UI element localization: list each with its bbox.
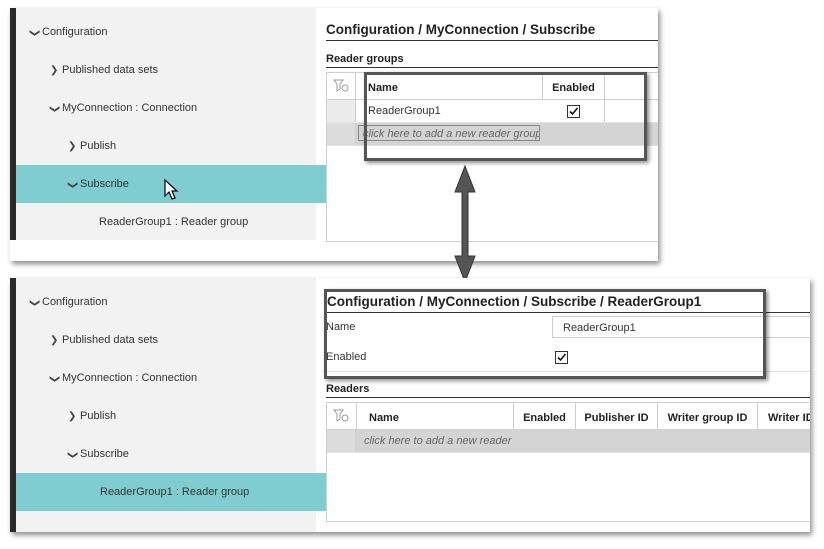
fields-divider [326,371,810,372]
title-divider [326,312,810,313]
chevron-right-icon: ❯ [50,65,59,76]
cell-enabled [543,100,605,122]
section-label-readers: Readers [326,383,370,395]
table-row[interactable]: ReaderGroup1 [327,100,658,123]
column-header-name[interactable]: Name [356,73,543,99]
checkmark-icon [569,107,579,116]
readergroup-content: Configuration / MyConnection / Subscribe… [324,278,810,532]
row-gutter [327,123,356,145]
chevron-down-icon: ❯ [67,180,79,190]
page-title: Configuration / MyConnection / Subscribe… [327,294,702,309]
readers-grid: Name Enabled Publisher ID Writer group I… [326,402,810,522]
name-field[interactable]: ReaderGroup1 [552,316,810,338]
subscribe-content: Configuration / MyConnection / Subscribe… [326,8,658,261]
column-header-name[interactable]: Name [357,403,514,429]
page-title: Configuration / MyConnection / Subscribe [326,22,596,37]
column-header-enabled[interactable]: Enabled [543,73,605,99]
grid-header: Name Enabled [327,73,658,100]
enabled-label: Enabled [326,351,367,363]
chevron-down-icon: ❯ [49,374,61,384]
enabled-checkbox[interactable] [555,351,568,364]
row-gutter [327,100,356,122]
tree-item-published-data-sets[interactable]: ❯ Published data sets [16,321,350,359]
tree-item-configuration[interactable]: ❯ Configuration [16,283,330,321]
add-reader-placeholder[interactable]: click here to add a new reader [364,430,511,452]
tree-item-publish[interactable]: ❯ Publish [16,397,368,435]
section-divider [326,67,658,68]
row-gutter [327,430,356,452]
add-reader-group-row[interactable]: click here to add a new reader group [327,123,658,146]
checkmark-icon [557,353,567,362]
chevron-right-icon: ❯ [68,411,77,422]
section-divider [326,397,810,398]
top-screenshot-panel: ❯ Configuration ❯ Published data sets ❯ MyC… [10,8,658,261]
filter-column[interactable] [327,73,356,99]
column-header-publisher-id[interactable]: Publisher ID [576,403,658,429]
column-header-writer-id[interactable]: Writer ID [758,403,810,429]
tree-item-subscribe[interactable]: ❯ Subscribe [16,165,368,203]
section-label-reader-groups: Reader groups [326,53,404,65]
name-label: Name [326,321,356,333]
config-tree: ❯ Configuration ❯ Published data sets ❯ MyC… [10,278,400,532]
cell-name: ReaderGroup1 [368,105,441,117]
tree-item-configuration[interactable]: ❯ Configuration [16,13,330,51]
chevron-right-icon: ❯ [68,141,77,152]
column-header-writer-group-id[interactable]: Writer group ID [658,403,758,429]
tree-item-subscribe[interactable]: ❯ Subscribe [16,435,368,473]
chevron-down-icon: ❯ [29,298,41,308]
title-divider [326,40,658,41]
tree-item-myconnection[interactable]: ❯ MyConnection : Connection [16,89,350,127]
add-reader-row[interactable]: click here to add a new reader [327,430,810,453]
filter-clear-icon[interactable] [333,79,349,93]
mouse-cursor-icon [164,179,179,200]
chevron-down-icon: ❯ [67,450,79,460]
column-header-enabled[interactable]: Enabled [514,403,576,429]
double-arrow-icon [454,164,476,284]
chevron-right-icon: ❯ [50,335,59,346]
filter-column[interactable] [327,403,357,429]
chevron-down-icon: ❯ [49,104,61,114]
tree-item-published-data-sets[interactable]: ❯ Published data sets [16,51,350,89]
enabled-checkbox[interactable] [567,105,580,118]
config-tree: ❯ Configuration ❯ Published data sets ❯ MyC… [10,8,368,240]
bottom-screenshot-panel: ❯ Configuration ❯ Published data sets ❯ MyC… [10,278,810,532]
chevron-down-icon: ❯ [29,28,41,38]
grid-header: Name Enabled Publisher ID Writer group I… [327,403,810,430]
tree-item-publish[interactable]: ❯ Publish [16,127,368,165]
filter-clear-icon[interactable] [333,409,349,423]
tree-item-myconnection[interactable]: ❯ MyConnection : Connection [16,359,350,397]
reader-groups-grid: Name Enabled ReaderGroup1 click here to … [326,72,658,242]
add-reader-group-placeholder[interactable]: click here to add a new reader group [358,125,540,141]
